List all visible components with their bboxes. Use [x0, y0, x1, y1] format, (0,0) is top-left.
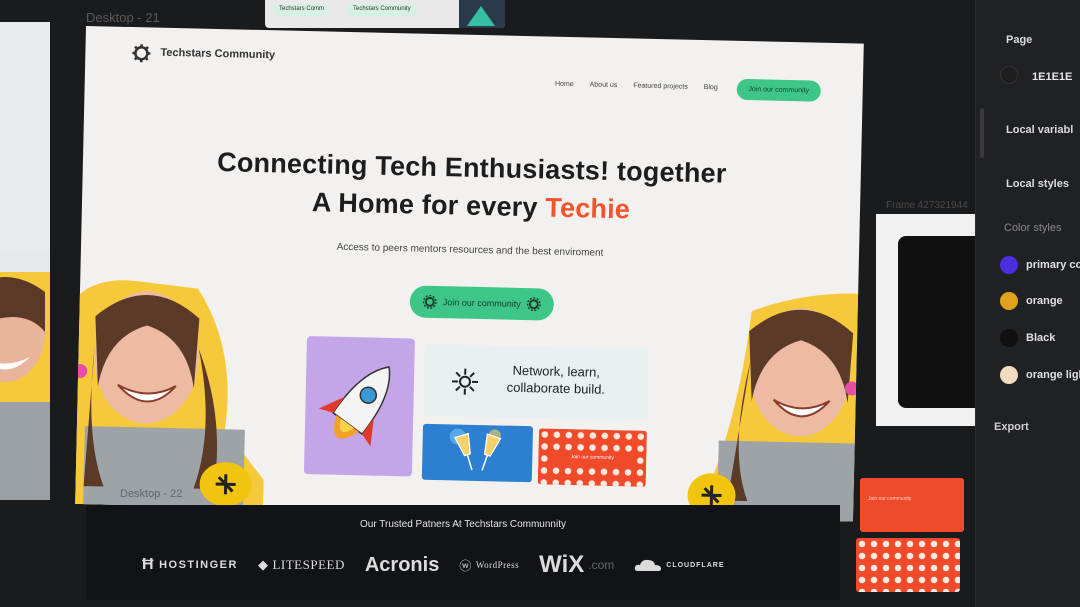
page-heading: Page: [1006, 34, 1033, 46]
site-navbar: Techstars Community Home About us Featur…: [85, 26, 864, 104]
page-color-row[interactable]: [1000, 66, 1018, 84]
color-swatch: [1000, 329, 1018, 347]
join-community-label: Join our community: [442, 297, 521, 309]
right-design-panel: Page 1E1E1E Local variabl Local styles C…: [975, 0, 1080, 607]
partner-logos: Ħ HOSTINGER ◆ LITESPEED Acronis ⓦ WordPr…: [142, 549, 802, 581]
color-style-item[interactable]: Black: [1000, 329, 1055, 347]
hostinger-icon: Ħ: [142, 556, 156, 573]
brand-name[interactable]: Techstars Community: [160, 47, 275, 62]
page-color-value[interactable]: 1E1E1E: [1032, 71, 1072, 83]
wix-suffix: .com: [588, 558, 615, 572]
gear-icon: [526, 297, 541, 312]
nav-links: Home About us Featured projects Blog: [555, 81, 718, 92]
cloudflare-logo: CLOUDFLARE: [634, 558, 724, 572]
page-color-swatch[interactable]: [1000, 66, 1018, 84]
nav-about[interactable]: About us: [590, 81, 618, 89]
local-variables-button[interactable]: Local variabl: [1006, 124, 1073, 136]
left-frame-preview[interactable]: [0, 22, 50, 500]
laughing-woman-image: [0, 272, 50, 500]
nav-join-button[interactable]: Join our community: [736, 78, 821, 102]
thumb-chip: Techstars Comm: [273, 4, 331, 16]
color-style-label: orange ligh: [1026, 369, 1080, 381]
network-card-text: Network, learn, collaborate build.: [496, 361, 617, 398]
color-swatch: [1000, 256, 1018, 274]
cloud-icon: [635, 559, 662, 571]
thumb-chip: Techstars Community: [347, 4, 417, 16]
acronis-logo: Acronis: [364, 553, 440, 576]
mini-pattern-frame[interactable]: [856, 538, 960, 592]
local-styles-heading: Local styles: [1006, 178, 1069, 190]
partners-title: Our Trusted Patners At Techstars Communn…: [359, 519, 566, 530]
color-swatch: [1000, 292, 1018, 310]
wordpress-wordmark: WordPress: [475, 560, 520, 570]
litespeed-icon: ◆: [257, 557, 269, 572]
wordpress-logo: ⓦ WordPress: [459, 557, 519, 574]
mini-join-label: Join our community: [868, 496, 912, 502]
color-style-item[interactable]: primary co: [1000, 256, 1080, 274]
color-swatch: [1000, 366, 1018, 384]
website-frame[interactable]: Techstars Community Home About us Featur…: [75, 26, 864, 522]
frame-label-desktop-21[interactable]: Desktop - 21: [86, 10, 160, 25]
pattern-card-label: Join our community: [552, 450, 633, 465]
export-section[interactable]: Export: [994, 421, 1029, 433]
laughing-woman-image: [75, 280, 264, 511]
gear-logo-icon: [132, 44, 151, 63]
gear-icon: [422, 294, 437, 309]
color-style-item[interactable]: orange: [1000, 292, 1063, 310]
pattern-card: Join our community: [537, 428, 647, 487]
headline-prefix: A Home for every: [311, 187, 546, 223]
wordpress-icon: ⓦ: [459, 558, 472, 573]
laughing-woman-image: [686, 293, 859, 522]
cloudflare-wordmark: CLOUDFLARE: [666, 561, 725, 569]
nav-featured-projects[interactable]: Featured projects: [633, 82, 688, 90]
top-frame-thumbnail[interactable]: Techstars Comm Techstars Community: [265, 0, 505, 28]
headline-accent: Techie: [545, 192, 631, 225]
cheers-card: [421, 423, 534, 483]
color-styles-heading: Color styles: [1004, 222, 1062, 234]
hero-subheadline: Access to peers mentors resources and th…: [336, 241, 604, 259]
network-card: Network, learn, collaborate build.: [423, 343, 649, 421]
hostinger-wordmark: HOSTINGER: [159, 559, 238, 571]
frame-label-desktop-22[interactable]: Desktop - 22: [120, 488, 182, 500]
litespeed-logo: ◆ LITESPEED: [258, 557, 345, 573]
hostinger-logo: Ħ HOSTINGER: [142, 556, 238, 574]
color-style-label: primary co: [1026, 259, 1080, 271]
wix-wordmark: WiX: [539, 551, 585, 578]
figma-canvas[interactable]: Desktop - 21 Techstars Comm Techstars Co…: [0, 0, 994, 607]
partners-section: Our Trusted Patners At Techstars Communn…: [86, 505, 840, 600]
frame-label-427321944[interactable]: Frame 427321944: [886, 200, 968, 211]
color-style-item[interactable]: orange ligh: [1000, 366, 1080, 384]
litespeed-wordmark: LITESPEED: [272, 557, 345, 572]
phone-frame-preview[interactable]: [876, 214, 994, 426]
color-style-label: orange: [1026, 295, 1063, 307]
network-card-line2: collaborate build.: [506, 379, 606, 397]
rocket-icon: [318, 366, 391, 447]
champagne-glasses-icon: [449, 428, 502, 471]
mini-join-frame[interactable]: Join our community: [860, 478, 964, 532]
nav-home[interactable]: Home: [555, 81, 574, 88]
nav-blog[interactable]: Blog: [704, 84, 718, 91]
wix-logo: WiX .com: [539, 551, 614, 579]
rocket-card: [303, 336, 415, 477]
color-style-label: Black: [1026, 332, 1056, 344]
panel-scrollbar[interactable]: [980, 108, 984, 158]
left-frame-top: [0, 22, 50, 252]
star-burst-icon: [452, 368, 479, 395]
thumb-graphic: [459, 0, 505, 28]
join-community-button[interactable]: Join our community: [409, 285, 555, 321]
